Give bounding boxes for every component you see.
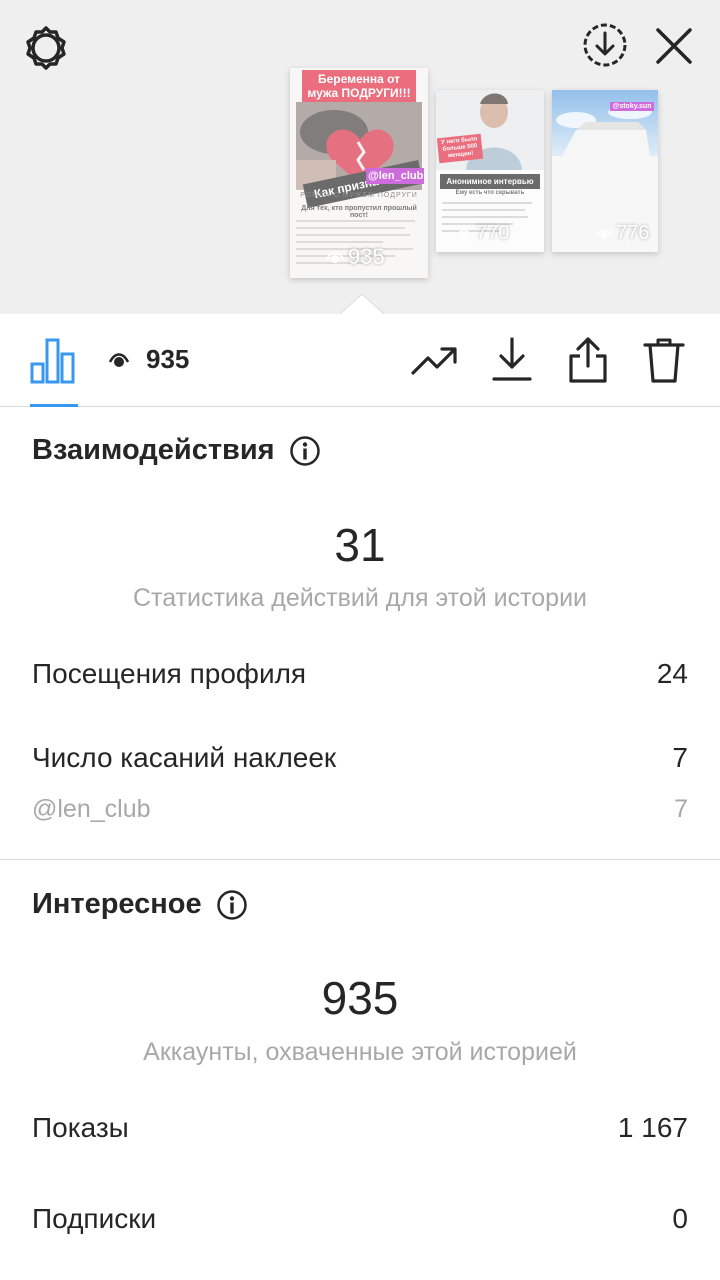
trash-icon — [643, 338, 685, 383]
info-icon[interactable] — [289, 435, 321, 467]
impressions-value: 1 167 — [617, 1112, 688, 1143]
story-view-count: 770 — [456, 222, 509, 245]
sticker-taps-value: 7 — [672, 742, 688, 773]
story-view-count: 776 — [596, 222, 649, 245]
eye-icon — [326, 252, 344, 263]
promote-button[interactable] — [410, 336, 458, 384]
eye-icon — [596, 229, 612, 239]
profile-visits-value: 24 — [656, 658, 688, 689]
selected-story-pointer — [340, 293, 384, 315]
interactions-total: 31 — [334, 519, 386, 571]
close-button[interactable] — [650, 20, 698, 72]
section-title-text: Взаимодействия — [32, 434, 275, 466]
eye-icon — [108, 353, 130, 367]
story-preview-area: Беременна от мужа ПОДРУГИ!!! Как признат… — [0, 0, 720, 315]
download-button[interactable] — [488, 336, 536, 384]
interactions-section-title: Взаимодействия — [32, 434, 321, 467]
sticker-mention-label: @len_club — [32, 795, 151, 823]
settings-icon — [26, 26, 66, 70]
view-count: 935 — [146, 344, 190, 374]
insights-icon — [30, 338, 75, 384]
save-story-button[interactable] — [578, 18, 632, 72]
section-divider — [0, 859, 720, 860]
delete-button[interactable] — [640, 336, 688, 384]
info-icon[interactable] — [216, 889, 248, 921]
active-tab-indicator — [30, 404, 78, 407]
story-thumbnail[interactable]: @stoky.sun 776 — [552, 90, 658, 252]
share-icon — [569, 337, 607, 383]
sticker-mention-value: 7 — [674, 795, 688, 823]
story-view-count: 935 — [326, 244, 385, 270]
download-icon — [492, 337, 532, 381]
story-toolbar: 935 — [0, 314, 720, 407]
story-thumbnail[interactable]: Беременна от мужа ПОДРУГИ!!! Как признат… — [290, 68, 428, 278]
follows-label: Подписки — [32, 1203, 157, 1234]
impressions-label: Показы — [32, 1112, 129, 1143]
close-icon — [656, 28, 692, 64]
settings-button[interactable] — [18, 20, 74, 76]
story-thumbnail[interactable]: У него было больше 500 женщин! Анонимное… — [436, 90, 544, 252]
download-circle-icon — [583, 23, 627, 67]
sticker-taps-label: Число касаний наклеек — [32, 742, 337, 773]
discovery-section-title: Интересное — [32, 888, 248, 921]
reach-total: 935 — [321, 972, 399, 1024]
section-title-text: Интересное — [32, 888, 202, 920]
share-button[interactable] — [564, 336, 612, 384]
profile-visits-label: Посещения профиля — [32, 658, 307, 689]
interactions-caption: Статистика действий для этой истории — [132, 584, 588, 612]
follows-value: 0 — [672, 1203, 688, 1234]
tab-insights[interactable] — [30, 336, 76, 384]
reach-caption: Аккаунты, охваченные этой историей — [143, 1038, 577, 1066]
trending-icon — [411, 347, 457, 375]
eye-icon — [456, 229, 472, 239]
